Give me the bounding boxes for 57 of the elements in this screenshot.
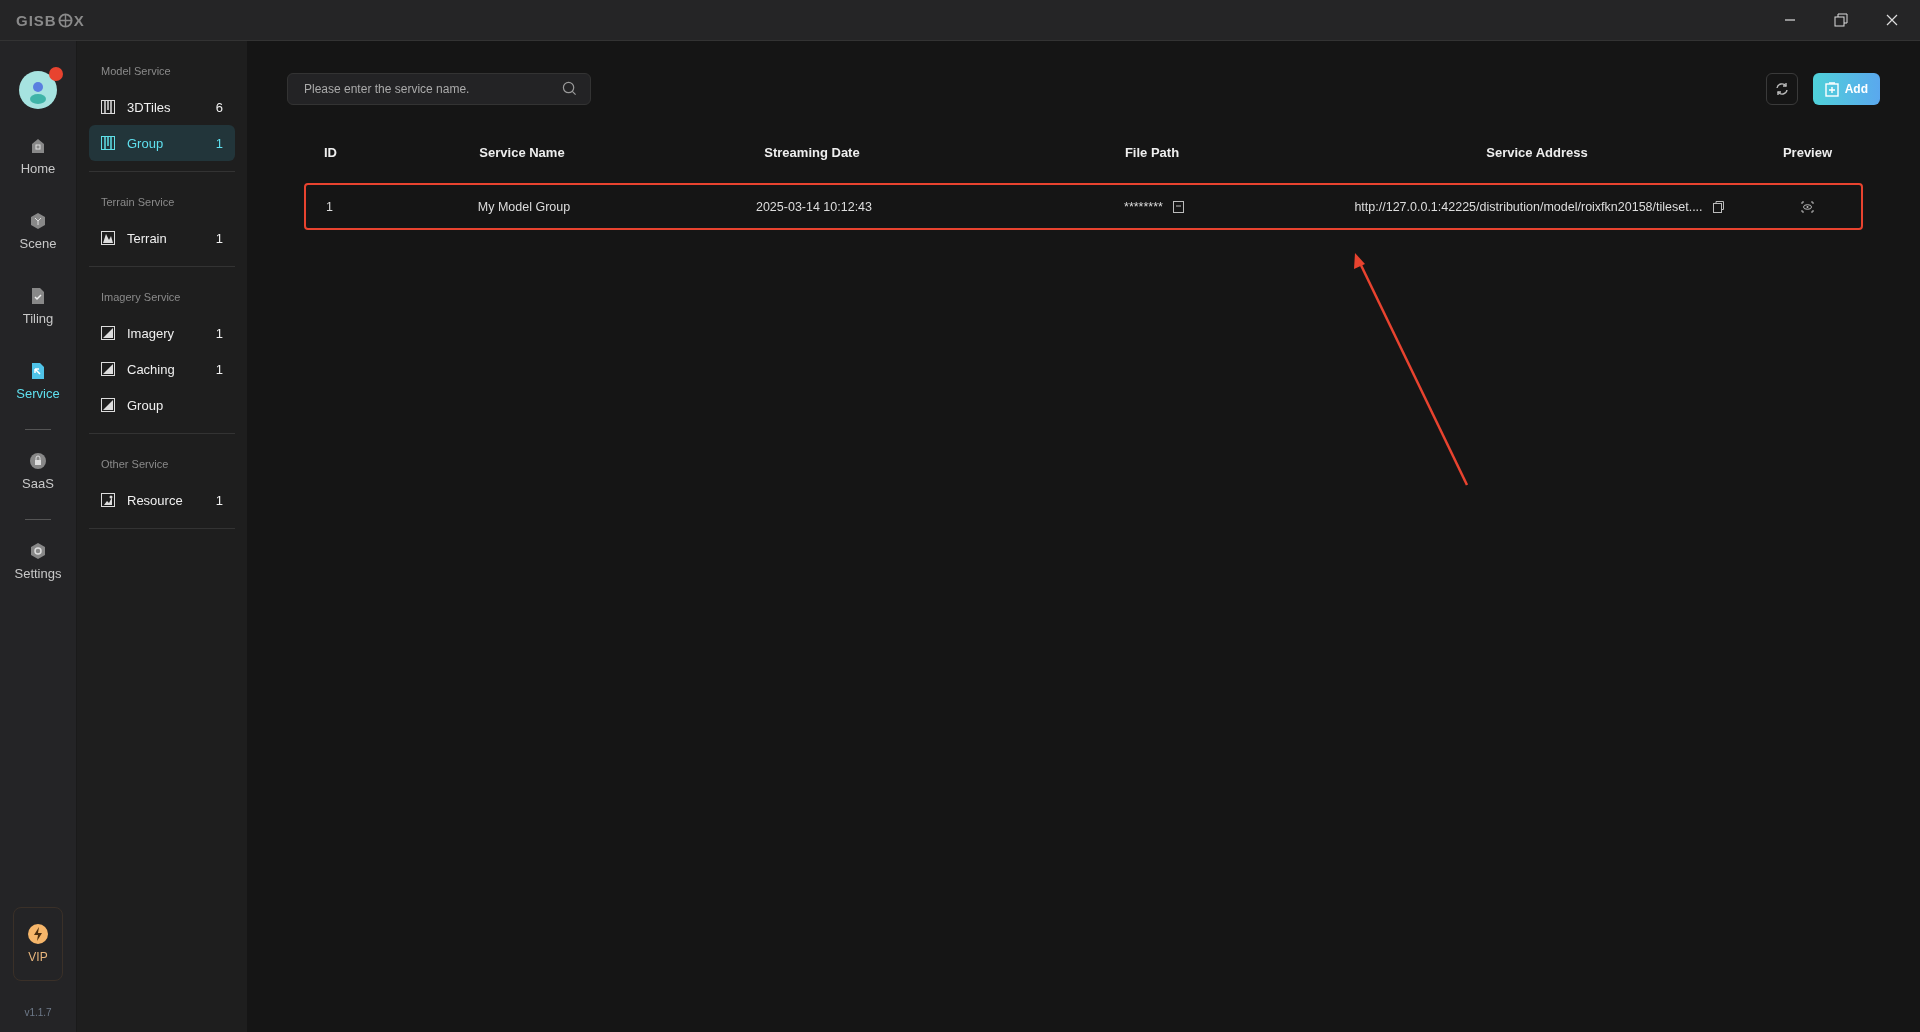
section-title: Other Service <box>100 458 170 470</box>
home-icon <box>29 137 47 155</box>
restore-icon[interactable] <box>1834 13 1848 27</box>
section-title: Terrain Service <box>100 196 176 208</box>
nav-item[interactable]: Service <box>16 354 60 409</box>
sidebar-item[interactable]: Group 1 <box>89 125 235 161</box>
column-header: Preview <box>1781 144 1834 160</box>
nav-item[interactable]: Scene <box>19 204 57 259</box>
copy-icon[interactable] <box>1712 200 1724 213</box>
tiles-icon <box>101 100 115 114</box>
column-header: File Path <box>1123 144 1181 160</box>
table-cell: 1 <box>326 199 333 214</box>
logo-text: X <box>73 11 85 29</box>
resource-icon <box>101 493 115 507</box>
nav-item[interactable]: Home <box>20 129 56 184</box>
sidebar-item[interactable]: Caching 1 <box>89 351 235 387</box>
imagery-icon <box>101 326 115 340</box>
column-header: Streaming Date <box>763 144 861 160</box>
table-cell: 2025-03-14 10:12:43 <box>755 199 873 214</box>
section-title: Imagery Service <box>100 291 182 303</box>
notification-badge <box>49 67 63 81</box>
nav-item[interactable]: Tiling <box>22 279 54 334</box>
lightning-icon <box>28 924 48 944</box>
sidebar-item[interactable]: 3DTiles 6 <box>89 89 235 125</box>
close-icon[interactable] <box>1886 14 1898 26</box>
settings-icon <box>29 542 47 560</box>
sidebar-item[interactable]: Group <box>89 387 235 423</box>
search-field[interactable]: Please enter the service name. <box>287 73 591 105</box>
section-title: Model Service <box>100 65 172 77</box>
refresh-button[interactable] <box>1765 73 1798 105</box>
add-icon <box>1824 81 1839 97</box>
nav-item[interactable]: Settings <box>14 534 62 589</box>
tiles-icon <box>101 136 115 150</box>
table-cell: My Model Group <box>477 199 571 214</box>
globe-icon <box>57 12 73 28</box>
sidebar-item[interactable]: Terrain 1 <box>89 220 235 256</box>
column-header: Service Address <box>1485 144 1589 160</box>
terrain-icon <box>101 231 115 245</box>
document-icon[interactable] <box>1172 200 1184 213</box>
avatar[interactable] <box>19 71 57 109</box>
version-label: v1.1.7 <box>24 1007 52 1018</box>
scene-icon <box>29 212 47 230</box>
refresh-icon <box>1773 81 1790 97</box>
sidebar-item[interactable]: Resource 1 <box>89 482 235 518</box>
preview-icon[interactable] <box>1801 200 1814 213</box>
sidebar-item[interactable]: Imagery 1 <box>89 315 235 351</box>
logo-text: GISB <box>16 11 57 29</box>
table-cell: http://127.0.0.1:42225/distribution/model/roixfkn20158/tileset.... <box>1354 199 1703 214</box>
table-cell: ******** <box>1124 199 1163 214</box>
tiling-icon <box>29 287 47 305</box>
search-icon <box>562 81 577 96</box>
column-header: ID <box>323 144 338 160</box>
vip-button[interactable]: VIP <box>13 907 63 981</box>
nav-item[interactable]: SaaS <box>22 444 54 499</box>
saas-icon <box>29 452 47 470</box>
service-icon <box>29 362 47 380</box>
column-header: Service Name <box>478 144 566 160</box>
